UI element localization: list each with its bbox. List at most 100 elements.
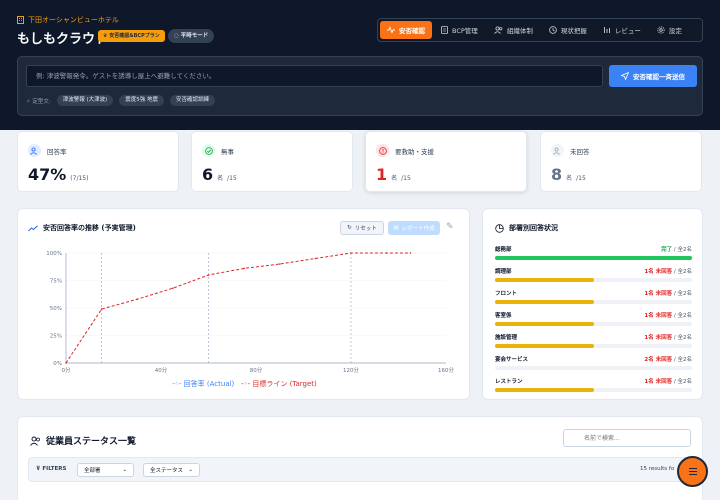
stat-sub: (7/15) [70, 175, 89, 182]
dept-progress-track [495, 366, 692, 370]
building-icon [17, 16, 24, 24]
message-input[interactable] [26, 65, 603, 87]
chart-title: 安否回答率の推移 (予実管理) [28, 223, 136, 233]
bars-icon [603, 27, 610, 33]
dept-name: フロント [495, 291, 518, 297]
mode-badge-label: 平時モード [180, 33, 209, 39]
app-header: 下田オーシャンビューホテル もしもクラウド ♛ 安否確認&BCPプラン ◌ 平時… [0, 0, 720, 130]
dept-name: 宴会サービス [495, 357, 529, 363]
dept-progress-fill [495, 322, 594, 326]
status-filter-select[interactable]: 全ステータス ⌄ [143, 463, 200, 477]
stat-label: 無事 [221, 147, 234, 156]
dept-total: / 全2名 [673, 313, 692, 319]
dept-name: 調理部 [495, 269, 512, 275]
stat-card-rescue: 要救助・支援 1 名 /15 [365, 131, 527, 192]
app-title: もしもクラウド [17, 32, 109, 47]
stat-value-row: 1 名 /15 [376, 165, 411, 184]
dept-status-label: 1名 未回答 [644, 335, 673, 341]
dept-status-label: 1名 未回答 [644, 291, 673, 297]
template-chip[interactable]: 津波警報 (大津波) [56, 95, 114, 106]
dept-name: 総務部 [495, 247, 512, 253]
report-label: レポート作成 [401, 226, 435, 232]
stat-value: 47% [28, 165, 67, 184]
template-chip[interactable]: 震度5強 地震 [119, 95, 165, 106]
stat-card-safe: 無事 6 名 /15 [191, 131, 353, 192]
data-point [278, 263, 281, 265]
y-tick-label: 75% [50, 279, 62, 285]
dept-filter-select[interactable]: 全部署 ⌄ [77, 463, 134, 477]
dept-total: / 全2名 [673, 291, 692, 297]
y-tick-label: 0% [53, 361, 62, 367]
pulse-icon [387, 26, 395, 34]
dept-total: / 全2名 [673, 357, 692, 363]
menu-icon [688, 468, 697, 475]
broadcast-panel: 安否確認一斉送信 ✧ 定型文: 津波警報 (大津波) 震度5強 地震 安否確認訓… [17, 56, 703, 116]
template-chip[interactable]: 安否確認訓練 [170, 95, 216, 106]
stat-label: 未回答 [570, 147, 590, 156]
stat-value: 6 [202, 165, 214, 184]
x-tick-label: 40分 [155, 366, 168, 374]
legend-item-actual: -◦- 回答率 (Actual) [172, 380, 235, 388]
data-point [136, 298, 139, 300]
reset-button[interactable]: ↻ リセット [340, 221, 384, 235]
dept-status-label: 1名 未回答 [644, 313, 673, 319]
stat-label: 回答率 [47, 147, 67, 156]
y-tick-label: 100% [46, 251, 62, 257]
dept-status-label: 2名 未回答 [644, 357, 673, 363]
reset-label: リセット [354, 226, 377, 232]
nav-item-status[interactable]: 現状把握 [542, 21, 594, 39]
main-nav: 安否確認 BCP管理 組織体制 現状把握 レビュー 設定 [377, 18, 703, 42]
mode-badge[interactable]: ◌ 平時モード [168, 29, 215, 43]
gear-icon [657, 26, 665, 34]
stat-value-row: 6 名 /15 [202, 165, 237, 184]
stat-value-row: 8 名 /15 [551, 165, 586, 184]
nav-item-label: 組織体制 [506, 27, 533, 35]
legend-label: 回答率 (Actual) [183, 380, 235, 388]
dept-total: / 全2名 [673, 379, 692, 385]
nav-item-bcp[interactable]: BCP管理 [434, 21, 485, 39]
template-list: ✧ 定型文: 津波警報 (大津波) 震度5強 地震 安否確認訓練 [26, 95, 216, 106]
report-button[interactable]: ▤ レポート作成 [388, 221, 440, 235]
nav-item-review[interactable]: レビュー [596, 21, 648, 39]
nav-item-settings[interactable]: 設定 [650, 21, 689, 39]
hotel-name-text: 下田オーシャンビューホテル [28, 16, 119, 24]
hotel-name: 下田オーシャンビューホテル [17, 15, 119, 25]
nav-item-safety[interactable]: 安否確認 [380, 21, 432, 39]
broadcast-send-button[interactable]: 安否確認一斉送信 [609, 65, 697, 87]
check-circle-icon [202, 144, 215, 157]
stat-card-unanswered: 未回答 8 名 /15 [540, 131, 702, 192]
filters-label: ⊽ FILTERS [36, 466, 67, 472]
status-filter-value: 全ステータス [150, 468, 184, 474]
templates-label-text: 定型文: [32, 98, 51, 105]
edit-icon[interactable]: ✎ [446, 222, 454, 232]
response-rate-chart: 0% 25% 50% 75% 100% 0分 40分 80分 120分 160分 [46, 251, 454, 374]
stat-sub: /15 [227, 175, 237, 182]
send-icon [621, 72, 629, 80]
dept-status-label: 1名 未回答 [644, 379, 673, 385]
refresh-icon: ↻ [347, 225, 352, 231]
pie-chart-icon [495, 223, 504, 233]
menu-fab-button[interactable] [677, 456, 708, 487]
legend-item-target: -◦- 目標ライン (Target) [240, 380, 317, 388]
chevron-down-icon: ⌄ [188, 467, 193, 473]
stat-unit: 名 [391, 175, 398, 182]
chart-legend: -◦- 回答率 (Actual) -◦- 目標ライン (Target) [18, 379, 471, 389]
dept-panel: 部署別回答状況 総務部 完了 / 全2名 調理部 1名 未回答 / 全2名 フロント 1名… [482, 208, 703, 400]
dept-status: 1名 未回答 / 全2名 [644, 289, 692, 297]
dept-progress-track [495, 344, 692, 348]
nav-item-org[interactable]: 組織体制 [487, 21, 540, 39]
x-tick-label: 120分 [343, 366, 359, 374]
stat-card-response-rate: 回答率 47% (7/15) [17, 131, 179, 192]
employee-panel-title-text: 従業員ステータス一覧 [46, 437, 137, 447]
stat-sub: /15 [401, 175, 411, 182]
x-tick-label: 0分 [62, 366, 71, 374]
employee-panel-title: 従業員ステータス一覧 [30, 434, 136, 447]
data-point [385, 252, 388, 254]
y-tick-label: 50% [50, 306, 62, 312]
nav-item-label: 設定 [668, 27, 682, 35]
dept-status: 1名 未回答 / 全2名 [644, 377, 692, 385]
people-icon [28, 144, 41, 157]
employee-search-input[interactable] [563, 429, 691, 447]
stat-value: 1 [376, 165, 388, 184]
data-point [100, 308, 103, 310]
